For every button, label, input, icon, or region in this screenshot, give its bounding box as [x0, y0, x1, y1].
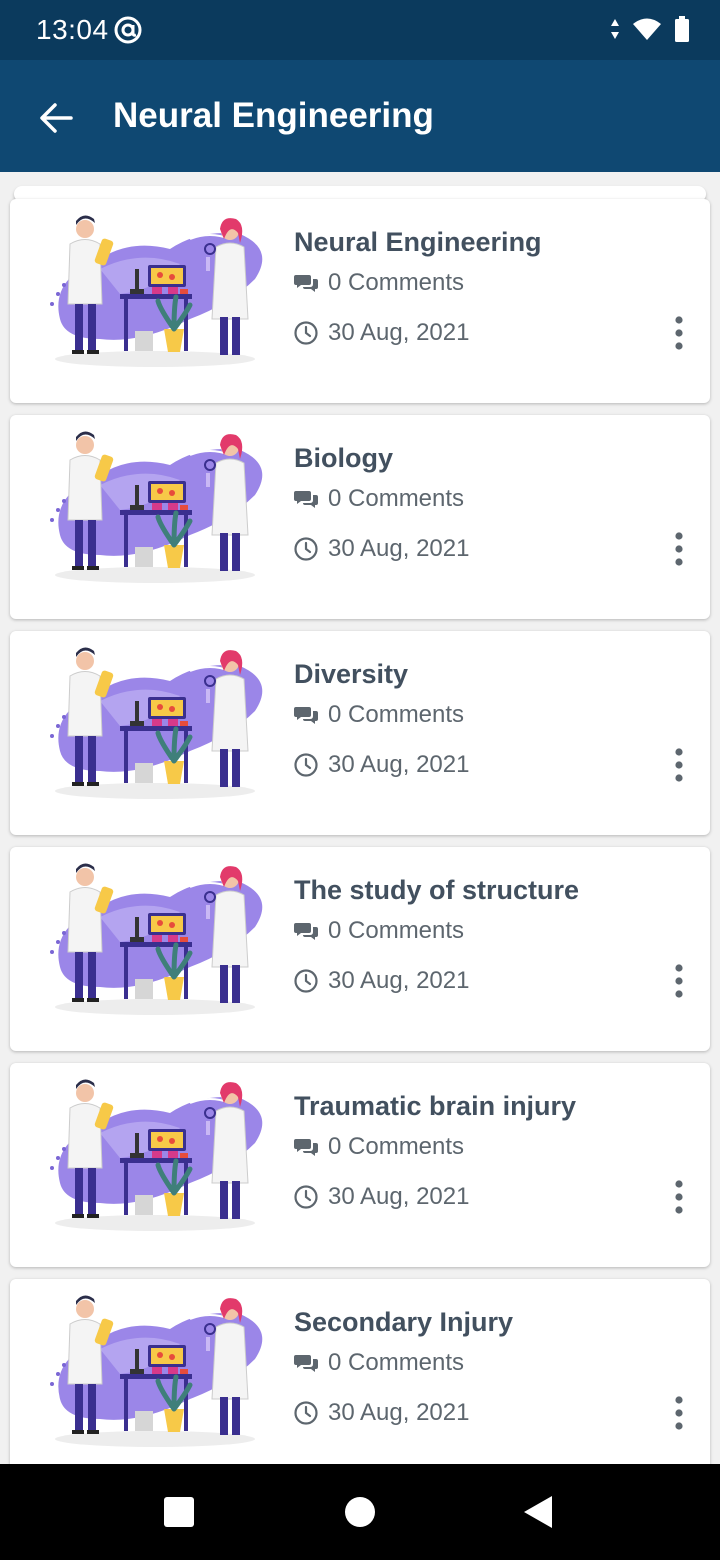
post-date: 30 Aug, 2021 — [294, 967, 469, 995]
square-icon — [164, 1497, 194, 1527]
status-bar: 13:04 — [0, 0, 720, 60]
post-date: 30 Aug, 2021 — [294, 319, 469, 347]
comments-label: 0 Comments — [328, 269, 465, 296]
scientists-illustration-image — [50, 215, 263, 367]
post-list[interactable]: Neural Engineering 0 Comments 30 Aug, 20… — [0, 172, 720, 1464]
comments-label: 0 Comments — [328, 701, 465, 728]
comments-count: 0 Comments — [294, 269, 464, 297]
post-title[interactable]: Diversity — [294, 659, 408, 690]
more-options-button[interactable] — [666, 1175, 692, 1219]
post-title[interactable]: Secondary Injury — [294, 1307, 513, 1338]
post-date: 30 Aug, 2021 — [294, 1183, 469, 1211]
comments-icon — [294, 1139, 318, 1156]
post-title[interactable]: Biology — [294, 443, 393, 474]
arrow-left-icon — [40, 103, 73, 133]
more-options-button[interactable] — [666, 527, 692, 571]
status-icons — [610, 16, 690, 42]
clock-icon — [294, 753, 318, 777]
comments-icon — [294, 491, 318, 508]
home-button[interactable] — [334, 1486, 386, 1538]
date-label: 30 Aug, 2021 — [328, 967, 470, 994]
comments-label: 0 Comments — [328, 485, 465, 512]
comments-icon — [294, 1355, 318, 1372]
list-item[interactable]: Secondary Injury 0 Comments 30 Aug, 2021 — [10, 1279, 710, 1464]
data-arrows-icon — [611, 19, 619, 39]
post-title[interactable]: Traumatic brain injury — [294, 1091, 576, 1122]
date-label: 30 Aug, 2021 — [328, 1399, 470, 1426]
more-vert-icon — [675, 1396, 683, 1430]
app-bar: Neural Engineering — [0, 60, 720, 172]
date-label: 30 Aug, 2021 — [328, 535, 470, 562]
triangle-back-icon — [524, 1496, 552, 1528]
circle-icon — [345, 1497, 375, 1527]
more-vert-icon — [675, 316, 683, 350]
clock-icon — [294, 321, 318, 345]
list-item[interactable]: Biology 0 Comments 30 Aug, 2021 — [10, 415, 710, 619]
status-time: 13:04 — [36, 14, 109, 45]
scientists-illustration-image — [50, 863, 263, 1015]
scientists-illustration-image — [50, 431, 263, 583]
comments-label: 0 Comments — [328, 917, 465, 944]
comments-icon — [294, 923, 318, 940]
post-title[interactable]: Neural Engineering — [294, 227, 542, 258]
post-date: 30 Aug, 2021 — [294, 1399, 469, 1427]
post-title[interactable]: The study of structure — [294, 875, 579, 906]
page-title: Neural Engineering — [113, 96, 434, 135]
back-nav-button[interactable] — [512, 1486, 564, 1538]
list-item[interactable]: The study of structure 0 Comments 30 Aug… — [10, 847, 710, 1051]
post-date: 30 Aug, 2021 — [294, 751, 469, 779]
recents-button[interactable] — [153, 1486, 205, 1538]
back-button[interactable] — [28, 90, 84, 146]
date-label: 30 Aug, 2021 — [328, 319, 470, 346]
scientists-illustration-image — [50, 647, 263, 799]
comments-count: 0 Comments — [294, 701, 464, 729]
scientists-illustration-image — [50, 1079, 263, 1231]
more-options-button[interactable] — [666, 311, 692, 355]
comments-count: 0 Comments — [294, 1349, 464, 1377]
comments-count: 0 Comments — [294, 485, 464, 513]
battery-icon — [675, 16, 689, 42]
list-item[interactable]: Neural Engineering 0 Comments 30 Aug, 20… — [10, 199, 710, 403]
comments-count: 0 Comments — [294, 917, 464, 945]
wifi-icon — [633, 18, 661, 40]
date-label: 30 Aug, 2021 — [328, 751, 470, 778]
clock-icon — [294, 537, 318, 561]
more-vert-icon — [675, 748, 683, 782]
scientists-illustration-image — [50, 1295, 263, 1447]
more-vert-icon — [675, 964, 683, 998]
date-label: 30 Aug, 2021 — [328, 1183, 470, 1210]
list-item[interactable]: Diversity 0 Comments 30 Aug, 2021 — [10, 631, 710, 835]
post-date: 30 Aug, 2021 — [294, 535, 469, 563]
more-options-button[interactable] — [666, 1391, 692, 1435]
comments-icon — [294, 275, 318, 292]
comments-label: 0 Comments — [328, 1133, 465, 1160]
comments-icon — [294, 707, 318, 724]
more-options-button[interactable] — [666, 959, 692, 1003]
list-item[interactable]: Traumatic brain injury 0 Comments 30 Aug… — [10, 1063, 710, 1267]
clock-icon — [294, 1185, 318, 1209]
clock-icon — [294, 969, 318, 993]
at-sign-icon — [114, 16, 142, 44]
more-vert-icon — [675, 1180, 683, 1214]
comments-label: 0 Comments — [328, 1349, 465, 1376]
more-vert-icon — [675, 532, 683, 566]
clock-icon — [294, 1401, 318, 1425]
navigation-bar — [0, 1464, 720, 1560]
more-options-button[interactable] — [666, 743, 692, 787]
comments-count: 0 Comments — [294, 1133, 464, 1161]
